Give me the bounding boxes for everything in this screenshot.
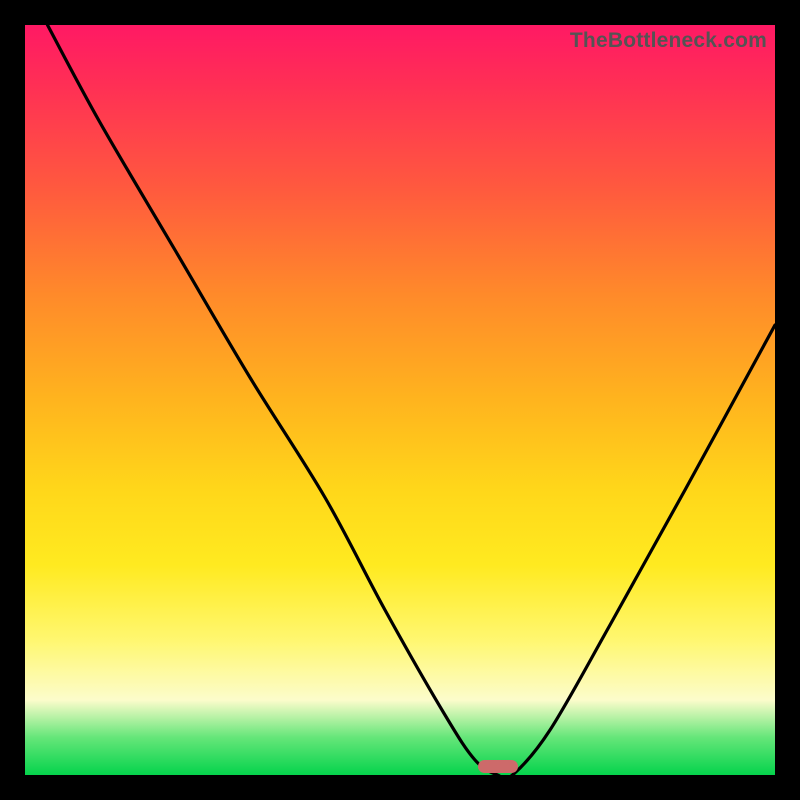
watermark-text: TheBottleneck.com <box>570 29 767 53</box>
optimal-marker <box>478 760 518 773</box>
plot-area: TheBottleneck.com <box>25 25 775 775</box>
bottleneck-curve <box>25 25 775 775</box>
chart-frame: TheBottleneck.com <box>0 0 800 800</box>
